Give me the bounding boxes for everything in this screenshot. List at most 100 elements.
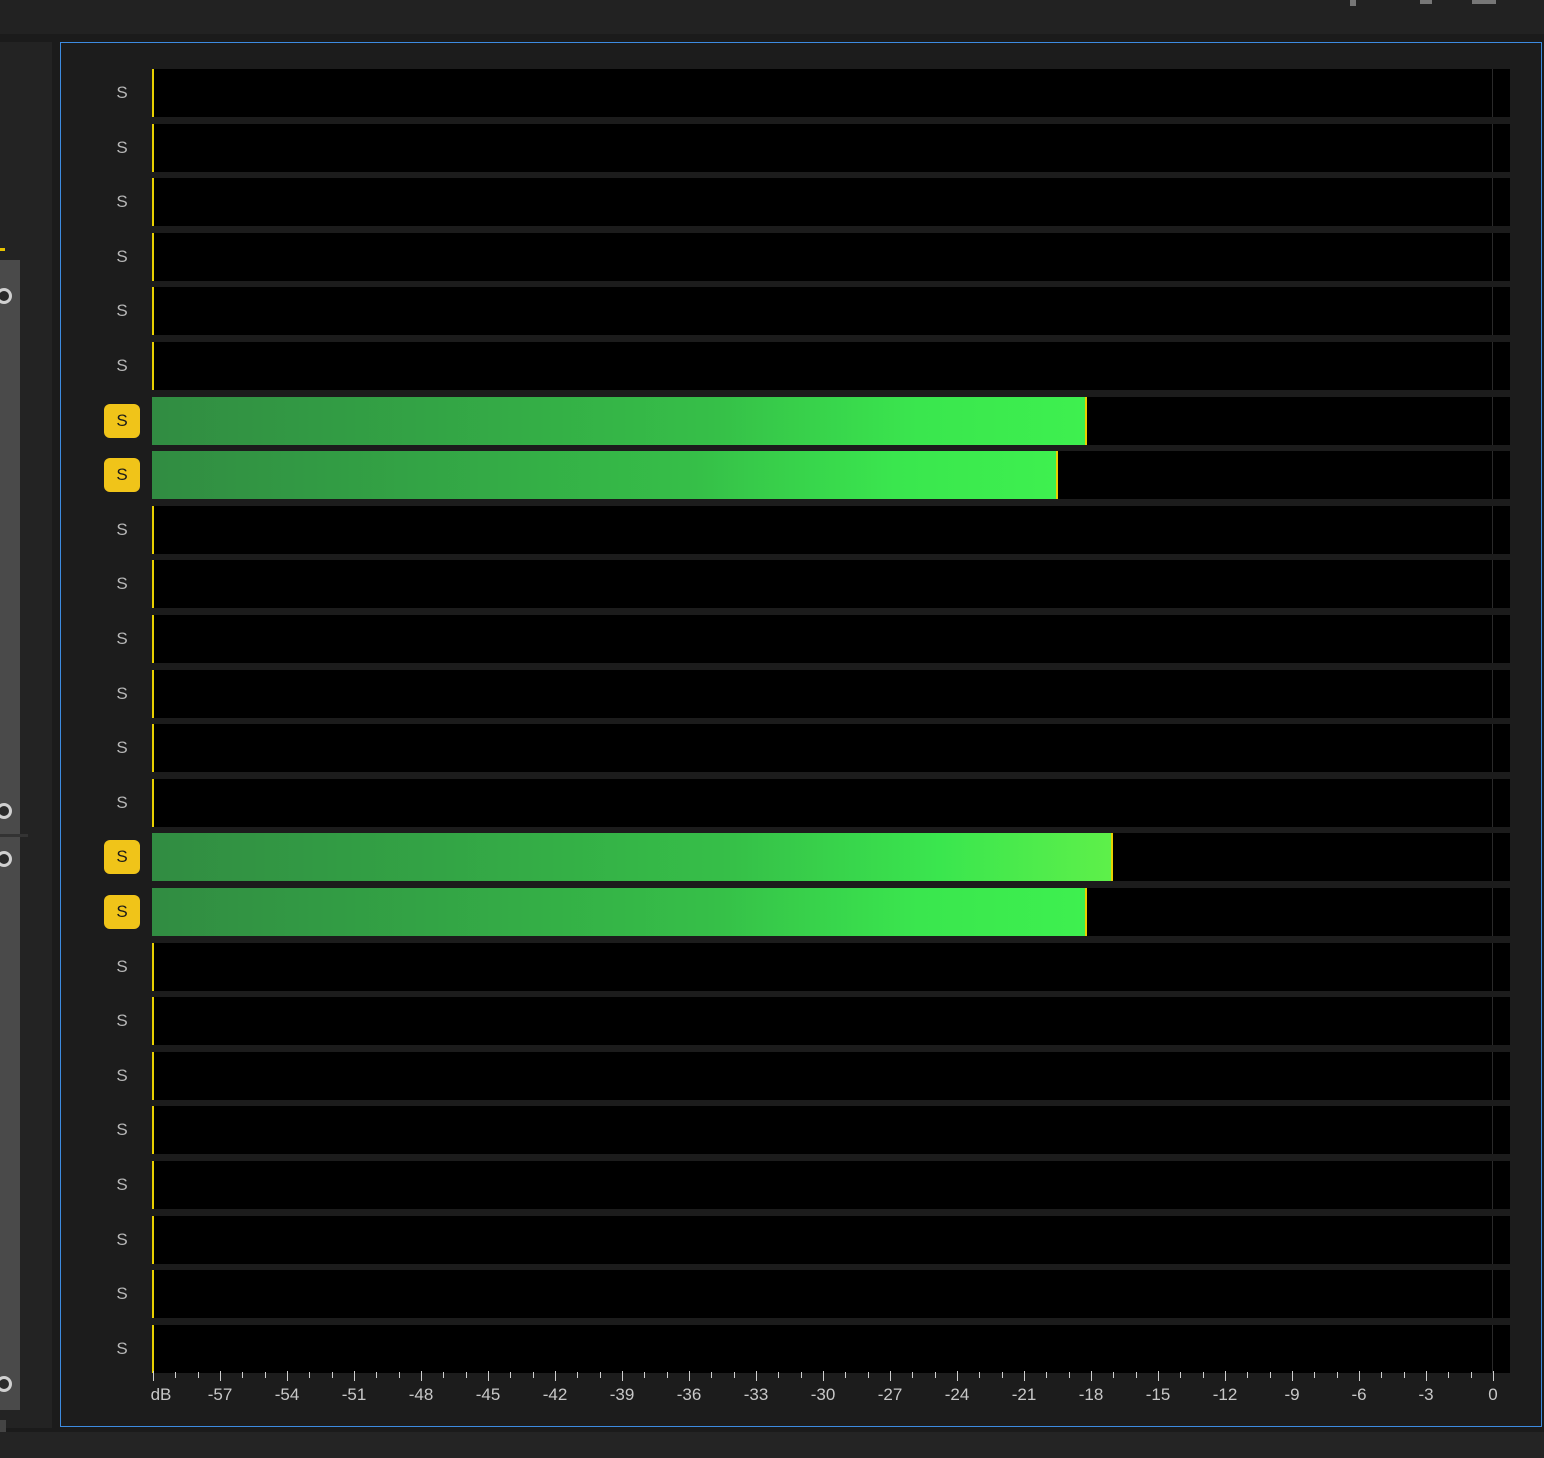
solo-button[interactable]: S <box>104 458 140 493</box>
axis-label: -42 <box>542 1385 568 1404</box>
solo-button[interactable]: S <box>104 786 140 820</box>
axis-label: -33 <box>743 1385 769 1404</box>
zero-db-line <box>1492 505 1493 554</box>
axis-tick <box>488 1371 489 1381</box>
axis-tick <box>912 1372 914 1378</box>
solo-button[interactable]: S <box>104 1004 140 1038</box>
axis-tick <box>1470 1372 1472 1378</box>
axis-tick <box>1158 1371 1159 1381</box>
peak-indicator <box>152 1270 154 1319</box>
solo-button[interactable]: S <box>104 349 140 383</box>
solo-button[interactable]: S <box>104 1168 140 1202</box>
solo-button[interactable]: S <box>104 294 140 328</box>
axis-tick <box>778 1372 780 1378</box>
peak-indicator <box>152 778 154 827</box>
zero-db-line <box>1492 1324 1493 1373</box>
level-meter <box>152 560 1510 609</box>
axis-label: -51 <box>341 1385 367 1404</box>
axis-tick <box>532 1372 534 1378</box>
solo-button[interactable]: S <box>104 622 140 656</box>
level-meter <box>152 1270 1510 1319</box>
axis-tick <box>823 1371 824 1381</box>
db-scale-axis: dB -57 -54 -51 -48 -45 -42 -39 -36 -33 -30 -27 -24 -2… <box>151 1369 1510 1413</box>
solo-button[interactable]: S <box>104 185 140 219</box>
level-meter <box>152 69 1510 117</box>
solo-button[interactable]: S <box>104 513 140 547</box>
audio-meter-panel: SSSSSSSSSSSSSSSSSSSSSSSS dB -57 -54 -51 -48-… <box>60 42 1542 1427</box>
axis-tick <box>287 1371 288 1381</box>
level-meter <box>152 1161 1510 1209</box>
axis-tick <box>421 1371 422 1381</box>
axis-tick <box>1292 1371 1293 1381</box>
peak-indicator <box>152 232 154 281</box>
level-bar <box>152 451 1057 500</box>
solo-button[interactable]: S <box>104 731 140 765</box>
axis-tick <box>354 1371 355 1381</box>
solo-button[interactable]: S <box>104 840 140 875</box>
zero-db-line <box>1492 669 1493 718</box>
axis-tick <box>733 1372 735 1378</box>
solo-button[interactable]: S <box>104 895 140 929</box>
peak-indicator <box>1055 451 1058 500</box>
solo-button[interactable]: S <box>104 1277 140 1311</box>
axis-tick <box>1225 1371 1226 1381</box>
level-meter <box>152 724 1510 773</box>
axis-tick <box>934 1372 936 1378</box>
level-meter <box>152 1106 1510 1155</box>
solo-button[interactable]: S <box>104 950 140 984</box>
level-meter <box>152 396 1510 445</box>
zero-db-line <box>1492 123 1493 172</box>
toolbar-icon[interactable] <box>1420 0 1432 4</box>
toolbar-icon[interactable] <box>1472 0 1496 4</box>
axis-tick <box>1381 1372 1383 1378</box>
axis-label: -27 <box>877 1385 903 1404</box>
level-meter <box>152 123 1510 172</box>
left-panel <box>0 42 52 1446</box>
solo-button[interactable]: S <box>104 76 140 110</box>
solo-button[interactable]: S <box>104 677 140 711</box>
axis-tick <box>309 1372 311 1378</box>
axis-tick <box>1269 1372 1271 1378</box>
zero-db-line <box>1492 1270 1493 1319</box>
peak-indicator <box>1084 396 1087 445</box>
axis-tick <box>1202 1372 1204 1378</box>
axis-tick <box>689 1371 690 1381</box>
zero-db-line <box>1492 1051 1493 1100</box>
solo-button[interactable]: S <box>104 240 140 274</box>
solo-button[interactable]: S <box>104 1223 140 1257</box>
axis-label: -9 <box>1284 1385 1300 1404</box>
level-meter <box>152 942 1510 991</box>
toolbar-icon[interactable] <box>1350 0 1356 6</box>
axis-label: -39 <box>609 1385 635 1404</box>
level-meter <box>152 178 1510 227</box>
solo-button[interactable]: S <box>104 403 140 438</box>
peak-indicator <box>152 342 154 390</box>
peak-indicator <box>152 997 154 1046</box>
axis-tick <box>242 1372 244 1378</box>
left-accent <box>0 248 5 251</box>
solo-button[interactable]: S <box>104 567 140 601</box>
axis-tick <box>1091 1371 1092 1381</box>
level-bar <box>152 888 1086 936</box>
peak-indicator <box>152 724 154 773</box>
level-bar <box>152 396 1086 445</box>
level-meter <box>152 1215 1510 1264</box>
peak-indicator <box>152 942 154 991</box>
axis-tick <box>890 1371 891 1381</box>
axis-label: -36 <box>676 1385 702 1404</box>
solo-button[interactable]: S <box>104 1059 140 1093</box>
solo-button[interactable]: S <box>104 1332 140 1366</box>
solo-button[interactable]: S <box>104 131 140 165</box>
zero-db-line <box>1492 451 1493 500</box>
solo-button[interactable]: S <box>104 1113 140 1147</box>
zero-db-line <box>1492 69 1493 117</box>
axis-tick <box>756 1371 757 1381</box>
zero-db-line <box>1492 833 1493 882</box>
axis-label: -12 <box>1212 1385 1238 1404</box>
zero-db-line <box>1492 615 1493 663</box>
axis-label: -21 <box>1011 1385 1037 1404</box>
axis-tick <box>577 1372 579 1378</box>
peak-indicator <box>1111 833 1114 882</box>
level-meter <box>152 778 1510 827</box>
axis-tick <box>1180 1372 1182 1378</box>
